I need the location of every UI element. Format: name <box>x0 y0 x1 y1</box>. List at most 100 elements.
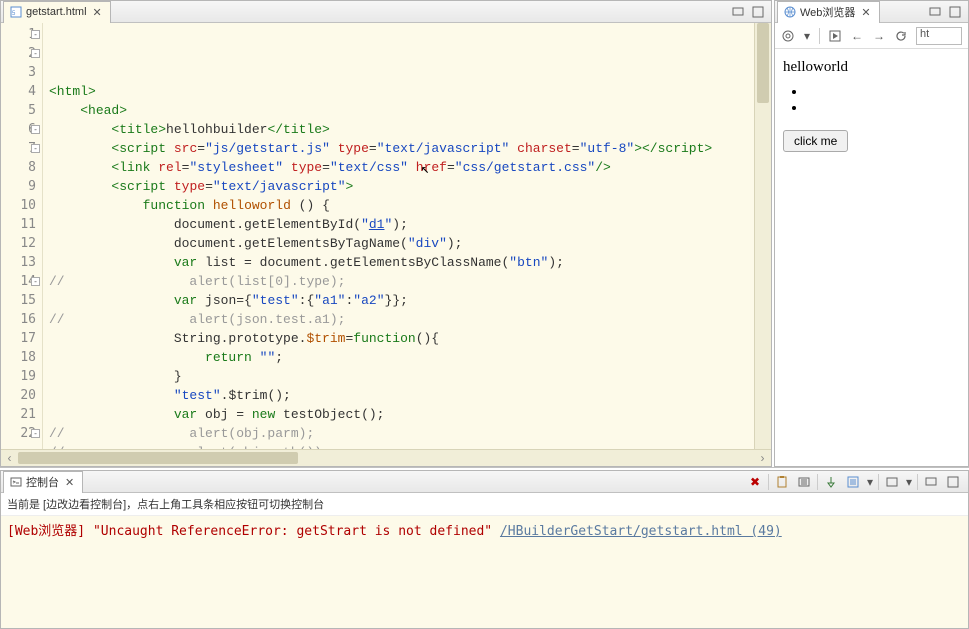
maximize-icon[interactable] <box>944 473 962 491</box>
browser-tab[interactable]: Web浏览器 ✕ <box>777 1 880 23</box>
line-number: 8 <box>1 158 36 177</box>
code-line[interactable]: <script src="js/getstart.js" type="text/… <box>49 139 754 158</box>
chevron-down-icon[interactable]: ▾ <box>905 473 913 491</box>
scroll-right-icon[interactable]: › <box>754 451 771 465</box>
browser-tab-bar: Web浏览器 ✕ <box>775 1 968 23</box>
maximize-icon[interactable] <box>948 5 962 19</box>
line-number: 11 <box>1 215 36 234</box>
code-line[interactable]: document.getElementById("d1"); <box>49 215 754 234</box>
fold-icon[interactable]: - <box>31 49 40 58</box>
horizontal-scrollbar[interactable]: ‹ › <box>1 449 771 466</box>
fold-icon[interactable]: - <box>31 144 40 153</box>
fold-icon[interactable]: - <box>31 125 40 134</box>
code-line[interactable]: document.getElementsByTagName("div"); <box>49 234 754 253</box>
line-number: 20 <box>1 386 36 405</box>
maximize-icon[interactable] <box>751 5 765 19</box>
code-area[interactable]: ↖ <html> <head> <title>hellohbuilder</ti… <box>43 23 754 449</box>
minimize-icon[interactable] <box>922 473 940 491</box>
line-number: 22- <box>1 424 36 443</box>
code-line[interactable]: <html> <box>49 82 754 101</box>
html-file-icon: 5 <box>10 6 22 18</box>
code-line[interactable]: // alert(json.test.a1); <box>49 310 754 329</box>
code-line[interactable]: function helloworld () { <box>49 196 754 215</box>
editor-pane: 5 getstart.html ✕ 1-2-3456-7-89101112131… <box>0 0 772 467</box>
code-line[interactable]: <script type="text/javascript"> <box>49 177 754 196</box>
line-number: 15 <box>1 291 36 310</box>
refresh-icon[interactable] <box>894 29 908 43</box>
line-number: 4 <box>1 82 36 101</box>
minimize-icon[interactable] <box>731 5 745 19</box>
chevron-down-icon[interactable]: ▾ <box>803 29 811 43</box>
forward-icon[interactable]: → <box>872 29 886 43</box>
vertical-scrollbar[interactable] <box>754 23 771 449</box>
code-line[interactable]: <head> <box>49 101 754 120</box>
line-number: 14- <box>1 272 36 291</box>
line-number: 19 <box>1 367 36 386</box>
line-number: 18 <box>1 348 36 367</box>
back-icon[interactable]: ← <box>850 29 864 43</box>
url-field[interactable]: ht <box>916 27 962 45</box>
chevron-down-icon[interactable]: ▾ <box>866 473 874 491</box>
line-number: 3 <box>1 63 36 82</box>
editor-tab-bar: 5 getstart.html ✕ <box>1 1 771 23</box>
code-line[interactable]: var list = document.getElementsByClassNa… <box>49 253 754 272</box>
close-icon[interactable]: ✕ <box>91 6 104 19</box>
globe-icon <box>784 6 796 18</box>
code-line[interactable]: var obj = new testObject(); <box>49 405 754 424</box>
lock-scroll-icon[interactable] <box>795 473 813 491</box>
gear-icon[interactable] <box>781 29 795 43</box>
minimize-icon[interactable] <box>928 5 942 19</box>
line-number: 5 <box>1 101 36 120</box>
clipboard-icon[interactable] <box>773 473 791 491</box>
code-line[interactable]: // alert(list[0].type); <box>49 272 754 291</box>
code-line[interactable]: String.prototype.$trim=function(){ <box>49 329 754 348</box>
fold-icon[interactable]: - <box>31 30 40 39</box>
console-tab[interactable]: 控制台 ✕ <box>3 471 83 493</box>
line-number: 17 <box>1 329 36 348</box>
click-me-button[interactable]: click me <box>783 130 848 152</box>
console-tab-label: 控制台 <box>26 474 59 490</box>
error-location[interactable]: /HBuilderGetStart/getstart.html (49) <box>500 524 782 539</box>
line-number-gutter: 1-2-3456-7-891011121314-1516171819202122… <box>1 23 43 449</box>
code-line[interactable]: } <box>49 367 754 386</box>
delete-icon[interactable]: ✖ <box>746 473 764 491</box>
console-output[interactable]: [Web浏览器] "Uncaught ReferenceError: getSt… <box>1 516 968 628</box>
browser-preview: helloworld click me <box>775 49 968 466</box>
error-message: "Uncaught ReferenceError: getStrart is n… <box>93 524 492 539</box>
code-line[interactable]: return ""; <box>49 348 754 367</box>
web-browser-pane: Web浏览器 ✕ ▾ ← → ht helloworld <box>774 0 969 467</box>
scroll-left-icon[interactable]: ‹ <box>1 451 18 465</box>
editor-tab-label: getstart.html <box>26 6 87 18</box>
run-icon[interactable] <box>828 29 842 43</box>
code-line[interactable]: var json={"test":{"a1":"a2"}}; <box>49 291 754 310</box>
line-number: 21 <box>1 405 36 424</box>
close-icon[interactable]: ✕ <box>859 6 872 19</box>
line-number: 2- <box>1 44 36 63</box>
browser-toolbar: ▾ ← → ht <box>775 23 968 49</box>
console-menu-icon[interactable] <box>844 473 862 491</box>
editor-tab[interactable]: 5 getstart.html ✕ <box>3 1 111 23</box>
close-icon[interactable]: ✕ <box>63 476 76 489</box>
code-editor[interactable]: 1-2-3456-7-891011121314-1516171819202122… <box>1 23 771 449</box>
console-pane: 控制台 ✕ ✖ ▾ ▾ 当前是 [边改边看控制台]，点右上角工具条相应按钮可切 <box>0 470 969 629</box>
console-tab-bar: 控制台 ✕ ✖ ▾ ▾ <box>1 471 968 493</box>
line-number: 16 <box>1 310 36 329</box>
code-line[interactable]: // alert(obj.parm); <box>49 424 754 443</box>
line-number: 7- <box>1 139 36 158</box>
line-number: 10 <box>1 196 36 215</box>
code-line[interactable]: <title>hellohbuilder</title> <box>49 120 754 139</box>
line-number: 9 <box>1 177 36 196</box>
fold-icon[interactable]: - <box>31 277 40 286</box>
line-number: 6- <box>1 120 36 139</box>
code-line[interactable]: // alert(obj.meth()); <box>49 443 754 449</box>
pin-icon[interactable] <box>822 473 840 491</box>
console-hint: 当前是 [边改边看控制台]，点右上角工具条相应按钮可切换控制台 <box>1 493 968 516</box>
preview-list <box>807 84 960 116</box>
code-line[interactable]: "test".$trim(); <box>49 386 754 405</box>
display-selected-icon[interactable] <box>883 473 901 491</box>
fold-icon[interactable]: - <box>31 429 40 438</box>
code-line[interactable]: <link rel="stylesheet" type="text/css" h… <box>49 158 754 177</box>
line-number: 12 <box>1 234 36 253</box>
line-number: 13 <box>1 253 36 272</box>
preview-text: helloworld <box>783 59 960 76</box>
